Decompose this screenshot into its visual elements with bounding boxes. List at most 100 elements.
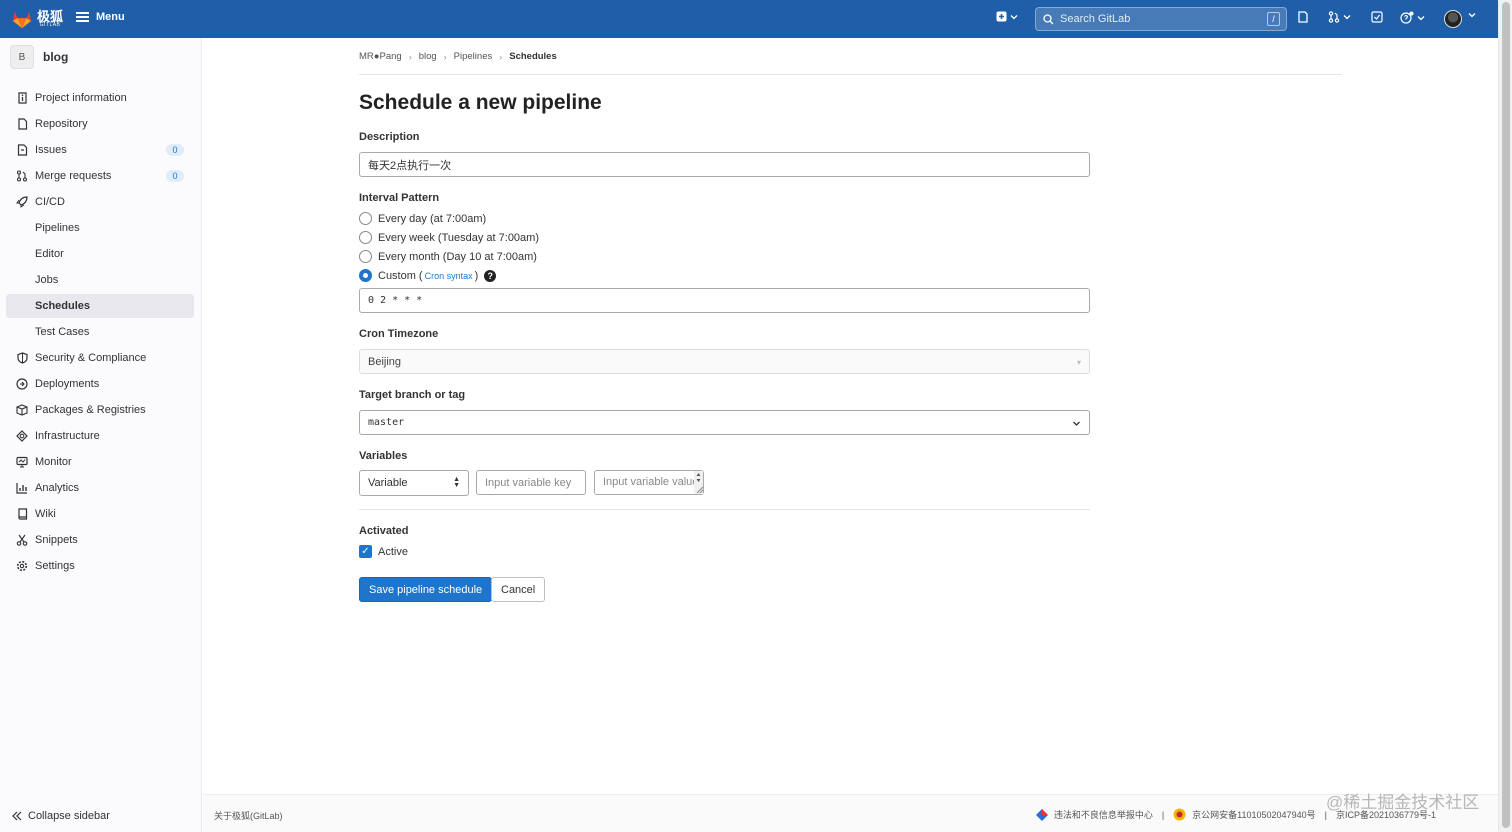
sidebar-item-monitor[interactable]: Monitor [6,450,194,474]
sidebar-item-test-cases[interactable]: Test Cases [6,320,194,344]
breadcrumb-namespace[interactable]: MR●Pang [359,51,402,62]
sidebar-item-label: Infrastructure [35,430,100,442]
sidebar-item-wiki[interactable]: Wiki [6,502,194,526]
textarea-resize-handle-icon[interactable] [693,470,704,495]
sidebar-item-label: Packages & Registries [35,404,146,416]
sidebar-item-label: Pipelines [35,222,80,234]
sidebar-item-packages-registries[interactable]: Packages & Registries [6,398,194,422]
help-nav-button[interactable] [1400,11,1425,24]
sidebar-item-repository[interactable]: Repository [6,112,194,136]
logo-subtext: GITLAB [39,22,61,28]
radio-button[interactable] [359,231,372,244]
sidebar-item-infrastructure[interactable]: Infrastructure [6,424,194,448]
interval-option-label: Every month (Day 10 at 7:00am) [378,250,537,263]
sidebar-item-label: Snippets [35,534,78,546]
menu-button[interactable]: Menu [76,11,125,23]
breadcrumb-schedules[interactable]: Schedules [509,51,557,62]
chevron-down-icon [1010,14,1018,19]
search-icon [1043,13,1054,24]
chevron-down-icon [1073,421,1080,426]
interval-option-monthly[interactable]: Every month (Day 10 at 7:00am) [359,250,537,263]
radio-button[interactable] [359,250,372,263]
cron-timezone-label: Cron Timezone [359,328,439,340]
logo-text: 极狐 GITLAB [37,10,63,28]
breadcrumb-separator-icon: › [443,51,447,62]
variable-key-input[interactable]: Input variable key [476,470,586,495]
chart-icon [16,482,28,494]
gitlab-logo[interactable]: 极狐 GITLAB [11,9,63,29]
info-icon [16,92,28,104]
question-icon[interactable]: ? [484,269,497,282]
radio-button[interactable] [359,212,372,225]
watermark-text: @稀土掘金技术社区 [1326,793,1480,812]
activated-label: Activated [359,525,409,537]
variable-value-textarea[interactable]: Input variable value [594,470,704,495]
active-checkbox[interactable]: ✓ [359,545,372,558]
user-avatar[interactable] [1444,10,1462,28]
police-record-link[interactable]: 京公网安备11010502047940号 [1192,808,1315,821]
issues-nav-button[interactable] [1297,11,1309,23]
radio-button-selected[interactable] [359,269,372,282]
sidebar-item-label: Analytics [35,482,80,494]
project-header[interactable]: B blog [10,45,68,69]
breadcrumb-pipelines[interactable]: Pipelines [454,51,493,62]
active-checkbox-label: Active [378,545,408,558]
sidebar-item-snippets[interactable]: Snippets [6,528,194,552]
hamburger-icon [76,12,89,22]
sidebar-item-jobs[interactable]: Jobs [6,268,194,292]
search-box[interactable]: Search GitLab / [1035,7,1287,31]
sidebar-item-merge-requests[interactable]: Merge requests 0 [6,164,194,188]
sidebar-item-project-information[interactable]: Project information [6,86,194,110]
target-branch-dropdown[interactable]: master [359,410,1090,435]
cron-syntax-link[interactable]: Cron syntax [425,271,473,281]
cron-input[interactable]: 0 2 * * * [359,288,1090,313]
sidebar-item-security-compliance[interactable]: Security & Compliance [6,346,194,370]
breadcrumb-divider [359,74,1342,75]
target-branch-value: master [368,417,405,428]
sidebar-item-ci-cd[interactable]: CI/CD [6,190,194,214]
merge-request-icon [16,170,28,182]
search-shortcut-hint: / [1267,12,1280,26]
chevron-down-icon [1468,13,1476,18]
search-input[interactable]: Search GitLab [1060,13,1130,25]
sidebar-item-label: Editor [35,248,64,260]
variable-type-select[interactable]: Variable ▲ ▼ [359,470,469,496]
breadcrumb-separator-icon: › [499,51,503,62]
todos-nav-button[interactable] [1371,11,1383,23]
scrollbar-thumb[interactable] [1502,2,1510,828]
sidebar-item-settings[interactable]: Settings [6,554,194,578]
user-menu-toggle[interactable] [1468,11,1476,19]
report-center-link[interactable]: 违法和不良信息举报中心 [1054,808,1153,821]
interval-option-custom[interactable]: Custom ( Cron syntax ) ? [359,269,497,282]
interval-option-daily[interactable]: Every day (at 7:00am) [359,212,486,225]
breadcrumb-project[interactable]: blog [419,51,437,62]
timezone-dropdown[interactable]: Beijing ▾ [359,349,1090,374]
sidebar-item-label: Repository [35,118,88,130]
section-divider [359,509,1090,510]
save-pipeline-schedule-button[interactable]: Save pipeline schedule [359,577,493,602]
merge-requests-nav-button[interactable] [1328,11,1351,23]
monitor-icon [16,456,28,468]
about-link[interactable]: 关于极狐(GitLab) [214,809,283,822]
cancel-button[interactable]: Cancel [491,577,546,602]
project-sidebar: B blog Project information Repository Issu… [0,38,202,832]
sidebar-item-deployments[interactable]: Deployments [6,372,194,396]
interval-option-weekly[interactable]: Every week (Tuesday at 7:00am) [359,231,539,244]
variable-type-value: Variable [368,477,408,489]
double-chevron-left-icon [12,811,22,821]
merge-request-icon [1328,11,1340,23]
sidebar-item-issues[interactable]: Issues 0 [6,138,194,162]
new-dropdown-button[interactable] [996,11,1018,22]
sidebar-item-editor[interactable]: Editor [6,242,194,266]
sidebar-item-analytics[interactable]: Analytics [6,476,194,500]
menu-label: Menu [96,11,125,23]
deployments-icon [16,378,28,390]
sidebar-item-schedules[interactable]: Schedules [6,294,194,318]
active-checkbox-row[interactable]: ✓ Active [359,545,408,558]
sidebar-item-label: Jobs [35,274,59,286]
collapse-sidebar-button[interactable]: Collapse sidebar [12,810,110,822]
issues-icon [1298,11,1308,23]
description-input[interactable]: 每天2点执行一次 [359,152,1090,177]
sidebar-item-pipelines[interactable]: Pipelines [6,216,194,240]
page-scrollbar[interactable] [1498,0,1512,832]
